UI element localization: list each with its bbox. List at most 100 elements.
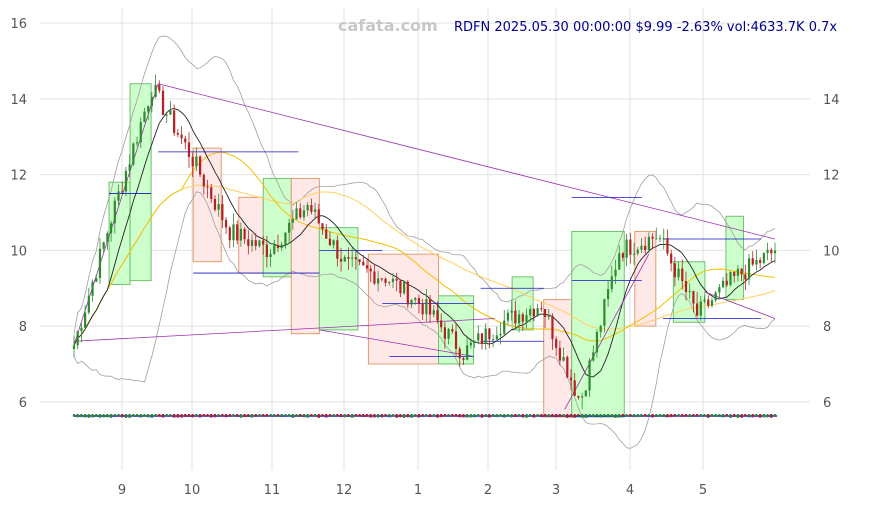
volume-bar	[729, 414, 732, 418]
candle-body	[243, 228, 246, 240]
candle-body	[343, 257, 346, 262]
candle-body	[262, 240, 265, 245]
volume-bar	[699, 414, 702, 417]
candle-body	[510, 310, 513, 313]
candle-body	[484, 328, 487, 344]
volume-bar	[380, 414, 383, 418]
candle-body	[636, 249, 639, 254]
candle-body	[658, 238, 662, 240]
candle-body	[721, 280, 725, 288]
candle-body	[113, 200, 116, 224]
candle-body	[117, 191, 120, 201]
candle-body	[573, 380, 576, 396]
candle-body	[306, 205, 309, 211]
candle-body	[640, 245, 643, 250]
candle-body	[666, 238, 669, 254]
volume-bar	[503, 414, 506, 418]
volume-bar	[232, 414, 235, 417]
candle-body	[536, 308, 539, 317]
candle-body	[618, 253, 621, 270]
volume-bar	[343, 414, 346, 418]
volume-bar	[336, 414, 339, 417]
volume-bar	[121, 414, 124, 418]
candle-body	[440, 320, 443, 328]
candle-body	[339, 258, 343, 262]
candle-body	[499, 333, 502, 336]
volume-bar	[117, 414, 120, 417]
volume-bar	[458, 414, 461, 418]
volume-bar	[202, 414, 205, 417]
candle-body	[517, 314, 521, 324]
candle-body	[599, 325, 602, 332]
x-tick-label: 10	[184, 483, 201, 498]
volume-bar	[714, 414, 717, 417]
volume-bar	[488, 414, 491, 418]
volume-bar	[492, 414, 495, 417]
volume-bar	[113, 414, 116, 417]
x-tick-label: 11	[264, 483, 281, 498]
volume-bar	[432, 414, 435, 417]
stock-chart: 681012141668101214 9 10 11 12 1 2 3 4 5 cafata.c…	[10, 8, 840, 498]
volume-bar	[161, 414, 165, 418]
volume-bar	[681, 414, 684, 417]
volume-bar	[629, 414, 632, 417]
volume-bar	[295, 414, 298, 417]
candle-body	[102, 242, 105, 249]
candle-body	[336, 240, 339, 259]
volume-bar	[221, 414, 224, 417]
volume-bar	[499, 414, 502, 417]
bollinger-bands	[73, 35, 776, 449]
volume-bar	[128, 414, 131, 418]
candle-body	[514, 310, 517, 324]
candle-body	[725, 280, 728, 285]
volume-bar	[325, 414, 328, 418]
candle-body	[506, 312, 510, 321]
x-tick-label: 2	[484, 483, 492, 498]
candle-body	[454, 331, 458, 349]
candle-body	[254, 240, 257, 247]
candle-body	[699, 301, 702, 316]
candle-body	[169, 110, 172, 115]
volume-bar	[358, 414, 361, 417]
y-tick-label-right: 12	[823, 169, 840, 184]
candle-body	[436, 310, 439, 321]
x-tick-label: 3	[552, 483, 560, 498]
candle-body	[521, 314, 524, 322]
candle-body	[755, 260, 758, 265]
y-tick-label-left: 12	[10, 169, 27, 184]
volume-bar	[236, 414, 239, 417]
volume-bar	[373, 414, 376, 418]
candle-body	[373, 271, 376, 284]
volume-bar	[388, 414, 391, 418]
volume-bar	[636, 414, 639, 418]
volume-bar	[169, 414, 172, 417]
candle-body	[158, 84, 161, 91]
volume-bar	[224, 414, 228, 418]
candle-body	[432, 310, 435, 315]
volume-bar	[391, 414, 395, 417]
candle-body	[351, 257, 354, 259]
volume-bar	[299, 414, 302, 417]
candle-body	[106, 233, 109, 243]
candle-body	[321, 223, 324, 230]
volume-bar	[670, 414, 673, 418]
x-tick-label: 12	[336, 483, 353, 498]
candle-body	[629, 239, 632, 255]
candle-body	[328, 238, 332, 246]
candle-body	[250, 240, 254, 246]
volume-bar	[658, 414, 662, 417]
x-tick-label: 1	[414, 483, 422, 498]
volume-bar	[310, 414, 313, 417]
volume-bar	[436, 414, 439, 418]
volume-bar	[592, 414, 595, 417]
candle-body	[310, 205, 313, 212]
volume-bar	[547, 414, 550, 417]
volume-bar	[721, 414, 725, 418]
candle-body	[736, 268, 740, 276]
candle-body	[681, 268, 684, 282]
candle-body	[202, 174, 205, 187]
candle-body	[258, 240, 261, 247]
candle-body	[388, 281, 391, 283]
candle-body	[729, 272, 732, 285]
volume-bar	[577, 414, 580, 417]
